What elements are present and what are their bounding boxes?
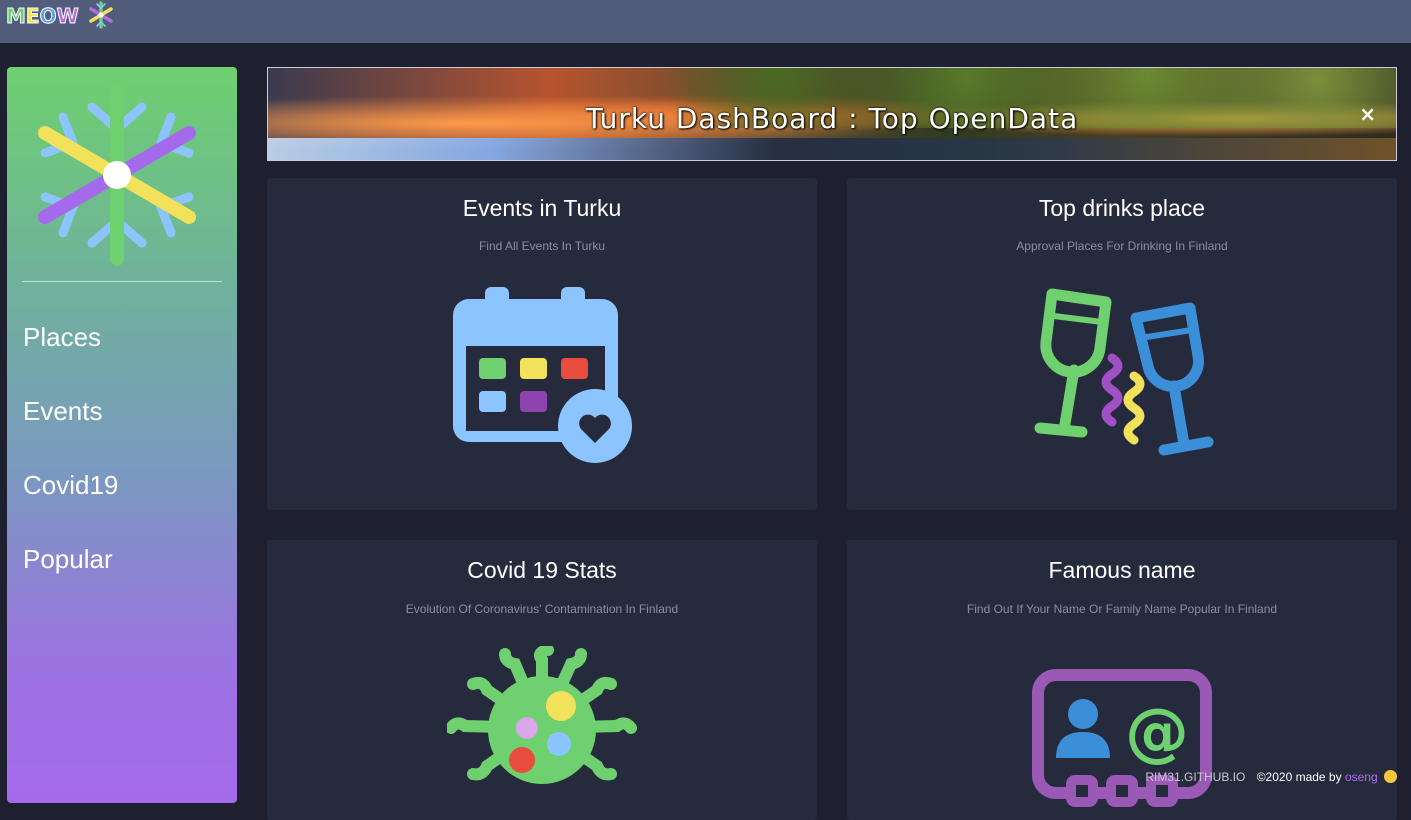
card-subtitle: Find Out If Your Name Or Family Name Pop… — [966, 602, 1278, 616]
meow-logo[interactable]: MEOW — [6, 3, 80, 29]
card-subtitle: Approval Places For Drinking In Finland — [1016, 239, 1228, 253]
svg-text:@: @ — [1125, 696, 1189, 770]
sidebar-item-covid19[interactable]: Covid19 — [23, 470, 118, 501]
sidebar: Places Events Covid19 Popular — [7, 67, 237, 803]
card-title: Top drinks place — [1038, 195, 1206, 221]
logo-letter-m: M — [6, 4, 27, 29]
snowflake-logo-icon — [89, 1, 113, 29]
card-subtitle: Find All Events In Turku — [478, 239, 606, 253]
contact-card-icon: @ — [1032, 669, 1212, 807]
sidebar-divider — [22, 281, 222, 282]
card-events[interactable]: Events in Turku Find All Events In Turku — [267, 178, 817, 510]
logo-letter-o: O — [39, 4, 57, 29]
close-icon[interactable]: × — [1359, 102, 1376, 126]
top-bar: MEOW — [0, 0, 1411, 43]
footer: RIM31.GITHUB.IO ©2020 made by oseng — [1145, 770, 1397, 784]
smiley-icon — [1384, 770, 1397, 783]
snowflake-logo-icon — [38, 84, 196, 266]
virus-icon — [447, 646, 637, 784]
sidebar-item-popular[interactable]: Popular — [23, 544, 113, 575]
logo-letter-w: W — [56, 4, 79, 29]
card-title: Covid 19 Stats — [467, 557, 617, 583]
footer-copyright: ©2020 made by — [1256, 770, 1342, 784]
header-banner: Turku DashBoard : Top OpenData × — [267, 67, 1397, 161]
card-subtitle: Evolution Of Coronavirus' Contamination … — [405, 602, 679, 616]
logo-letter-e: E — [25, 4, 40, 29]
footer-site[interactable]: RIM31.GITHUB.IO — [1145, 770, 1245, 784]
banner-river-image — [268, 138, 1396, 160]
sidebar-item-events[interactable]: Events — [23, 396, 103, 427]
page-title: Turku DashBoard : Top OpenData — [585, 102, 1079, 135]
sidebar-item-places[interactable]: Places — [23, 322, 101, 353]
card-title: Events in Turku — [462, 195, 622, 221]
calendar-heart-icon — [453, 287, 632, 463]
card-covid[interactable]: Covid 19 Stats Evolution Of Coronavirus'… — [267, 540, 817, 820]
footer-author-link[interactable]: oseng — [1345, 770, 1378, 784]
cheers-glasses-icon — [1034, 288, 1214, 456]
card-title: Famous name — [1048, 557, 1196, 583]
card-drinks[interactable]: Top drinks place Approval Places For Dri… — [847, 178, 1397, 510]
